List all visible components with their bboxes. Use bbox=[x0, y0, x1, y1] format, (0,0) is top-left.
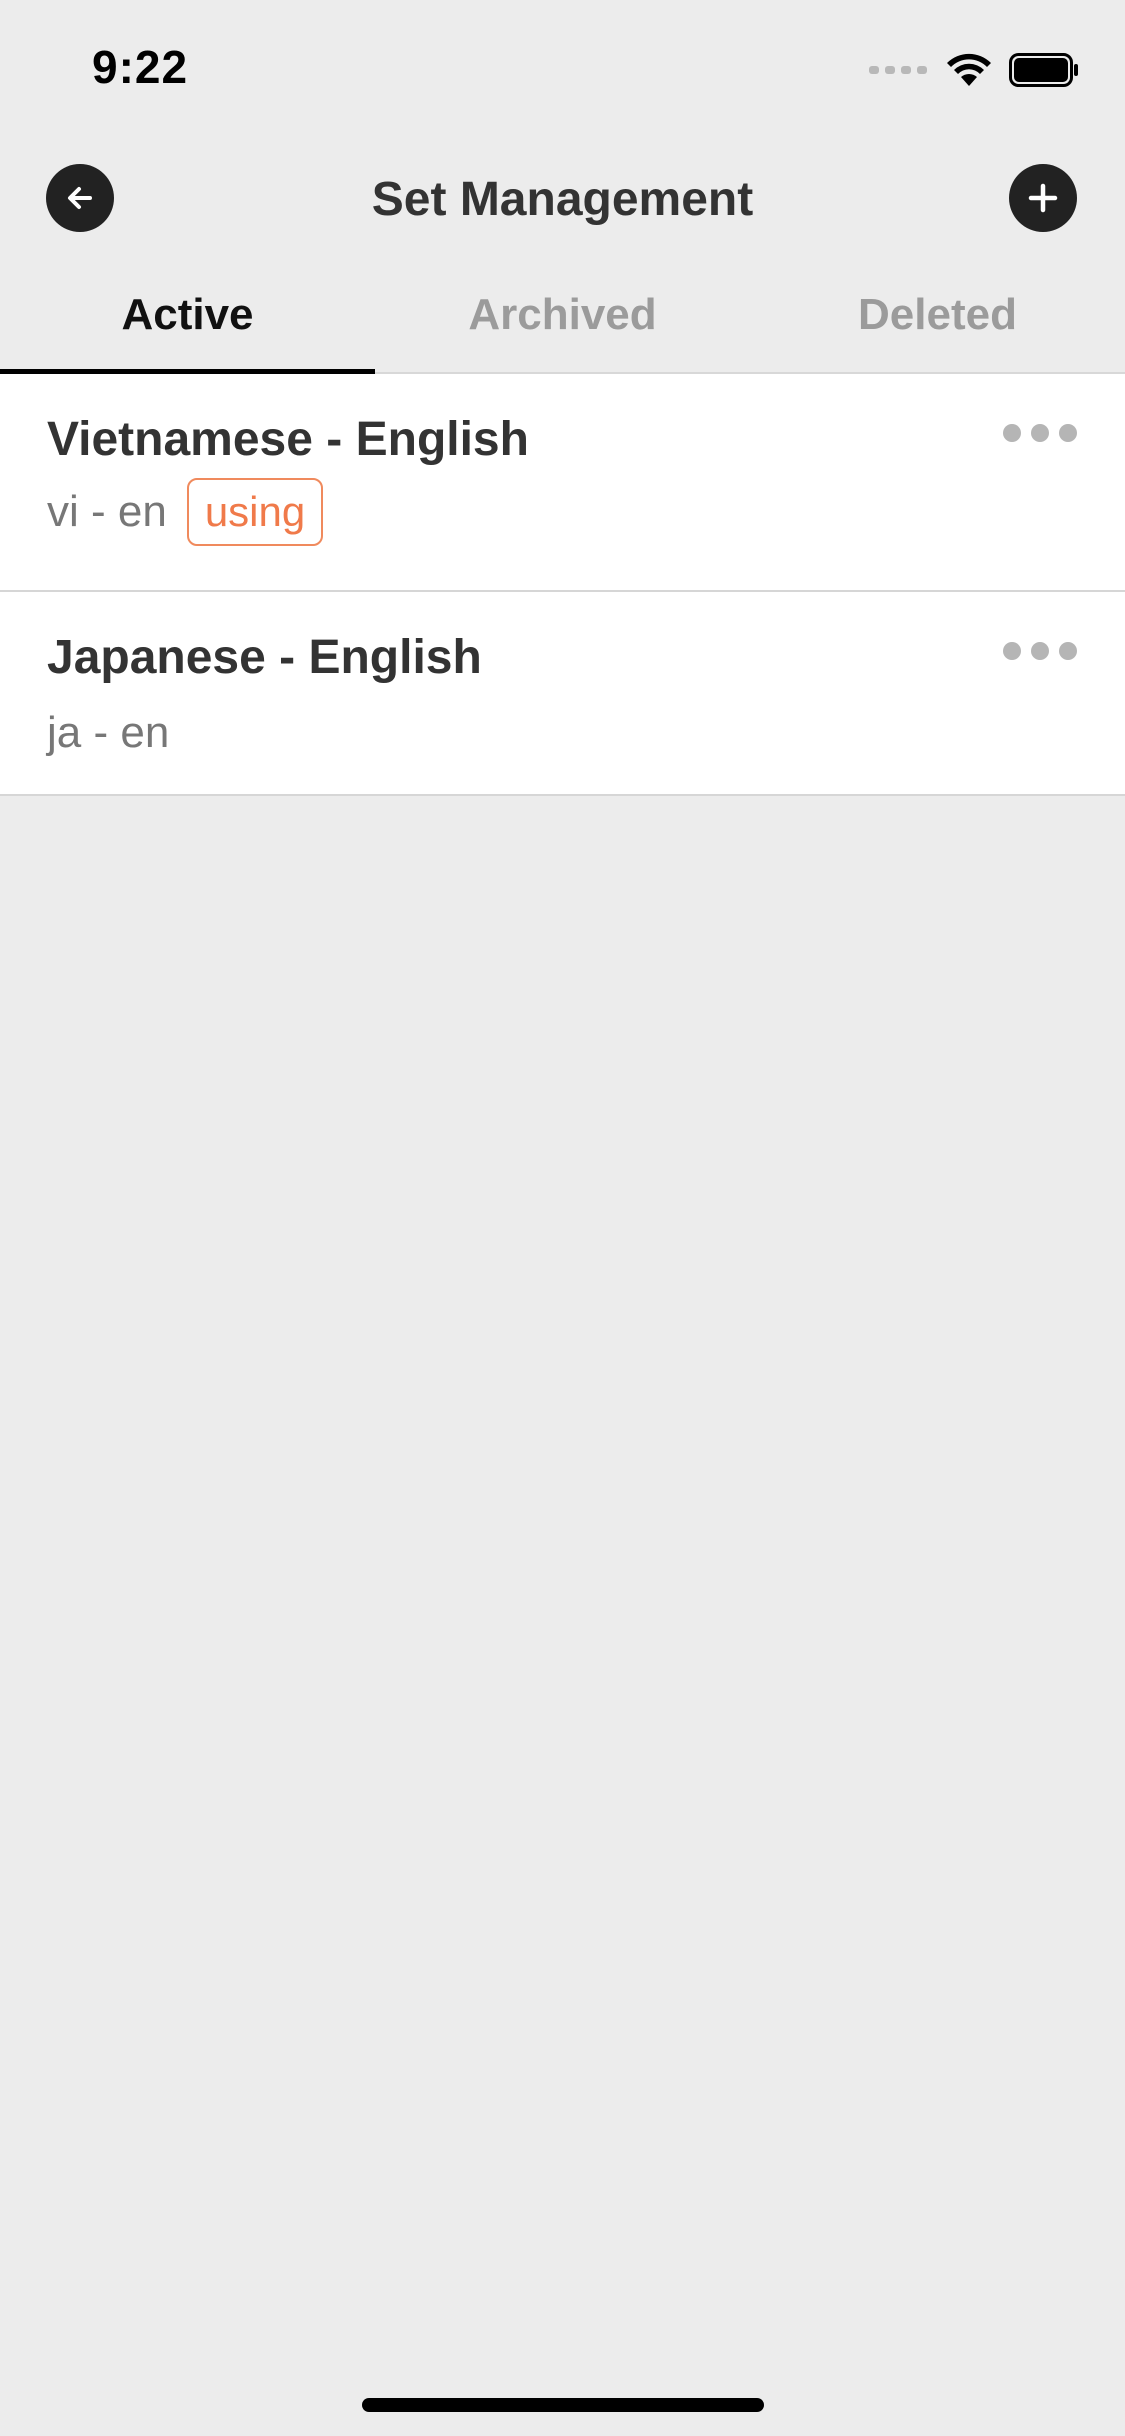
add-set-button[interactable] bbox=[1009, 164, 1077, 232]
set-name: Vietnamese - English bbox=[47, 413, 529, 466]
language-code: vi - en bbox=[47, 487, 167, 536]
page-title: Set Management bbox=[371, 173, 754, 226]
list-item[interactable]: Japanese - English ja - en bbox=[0, 592, 1125, 796]
home-indicator[interactable] bbox=[362, 2398, 764, 2412]
tab-active[interactable]: Active bbox=[0, 268, 375, 374]
list-item[interactable]: Vietnamese - English vi - en using bbox=[0, 374, 1125, 592]
language-code: ja - en bbox=[47, 708, 170, 757]
status-badge: using bbox=[186, 478, 324, 546]
more-options-icon[interactable] bbox=[1003, 642, 1077, 660]
set-subtitle: ja - en bbox=[47, 708, 169, 758]
more-options-icon[interactable] bbox=[1003, 424, 1077, 442]
navigation-header: Set Management bbox=[0, 160, 1125, 240]
set-subtitle: vi - en using bbox=[47, 478, 324, 546]
tab-deleted[interactable]: Deleted bbox=[750, 268, 1125, 372]
battery-icon bbox=[1009, 53, 1078, 87]
status-time: 9:22 bbox=[92, 41, 189, 93]
plus-icon bbox=[1028, 183, 1058, 213]
set-list: Vietnamese - English vi - en using Japan… bbox=[0, 374, 1125, 796]
status-bar: 9:22 bbox=[0, 0, 1125, 140]
wifi-icon bbox=[947, 53, 991, 86]
tab-bar: Active Archived Deleted bbox=[0, 268, 1125, 374]
set-name: Japanese - English bbox=[47, 631, 482, 684]
status-indicators bbox=[869, 50, 1079, 90]
tab-archived[interactable]: Archived bbox=[375, 268, 750, 372]
cellular-signal-icon bbox=[869, 66, 927, 74]
